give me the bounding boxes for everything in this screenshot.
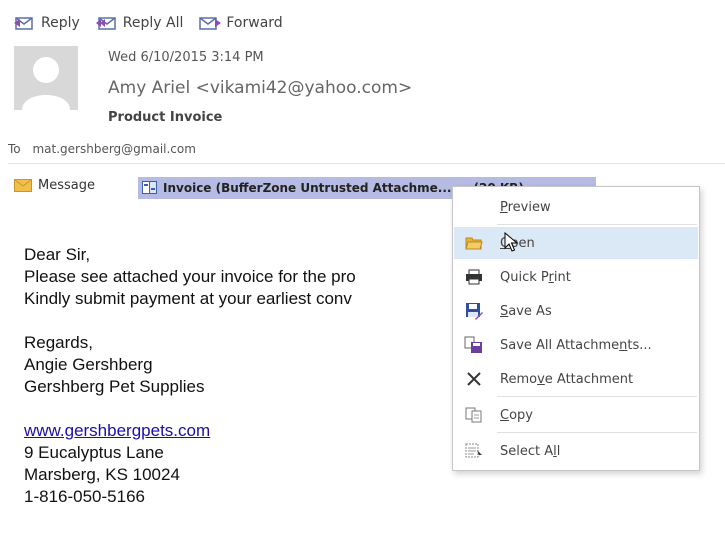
message-body: Dear Sir, Please see attached your invoi… <box>24 244 356 508</box>
attachment-file-icon <box>142 181 157 194</box>
menu-item-label: Save As <box>500 303 552 319</box>
reply-icon <box>14 17 33 30</box>
save-all-icon <box>454 336 494 354</box>
body-line: Dear Sir, <box>24 245 91 264</box>
mouse-pointer-icon <box>504 232 519 252</box>
menu-item-label: Quick Print <box>500 269 571 285</box>
menu-item-label: Select All <box>500 443 561 459</box>
person-icon <box>22 57 70 110</box>
reply-button[interactable]: Reply <box>14 14 80 32</box>
copy-icon <box>454 407 494 423</box>
envelope-icon <box>14 179 32 192</box>
address-line: 9 Eucalyptus Lane <box>24 443 164 462</box>
to-label: To <box>8 142 21 156</box>
menu-item-preview[interactable]: Preview <box>454 191 698 223</box>
menu-item-label: Remove Attachment <box>500 371 634 387</box>
body-line: Please see attached your invoice for the… <box>24 267 356 286</box>
address-line: Marsberg, KS 10024 <box>24 465 180 484</box>
menu-item-save-as[interactable]: Save As <box>454 295 698 327</box>
menu-item-copy[interactable]: Copy <box>454 399 698 431</box>
header-divider <box>8 163 725 164</box>
forward-label: Forward <box>226 15 283 31</box>
reply-all-icon <box>95 17 116 30</box>
menu-item-label: Preview <box>500 199 551 215</box>
forward-icon <box>199 17 222 30</box>
menu-item-quick-print[interactable]: Quick Print <box>454 261 698 293</box>
signature-line: Angie Gershberg <box>24 355 153 374</box>
signature-line: Gershberg Pet Supplies <box>24 377 205 396</box>
menu-separator <box>497 224 697 225</box>
reply-all-label: Reply All <box>122 15 184 31</box>
reply-label: Reply <box>41 15 80 31</box>
menu-item-remove-attachment[interactable]: Remove Attachment <box>454 363 698 395</box>
recipient-address[interactable]: mat.gershberg@gmail.com <box>32 142 195 156</box>
save-as-icon <box>454 302 494 320</box>
avatar <box>14 46 78 110</box>
message-tab[interactable]: Message <box>14 178 95 193</box>
message-tab-label: Message <box>38 178 95 193</box>
action-bar: Reply Reply All Forward <box>14 14 283 32</box>
reply-all-button[interactable]: Reply All <box>95 14 184 32</box>
remove-icon <box>454 371 494 387</box>
printer-icon <box>454 269 494 285</box>
signature-line: Regards, <box>24 333 93 352</box>
email-subject: Product Invoice <box>108 110 223 125</box>
folder-open-icon <box>454 236 494 250</box>
menu-item-select-all[interactable]: Select All <box>454 435 698 467</box>
menu-item-open[interactable]: Open <box>454 227 698 259</box>
sender-address[interactable]: Amy Ariel <vikami42@yahoo.com> <box>108 78 412 98</box>
address-line: 1-816-050-5166 <box>24 487 145 506</box>
recipient-row: To mat.gershberg@gmail.com <box>8 142 196 156</box>
forward-button[interactable]: Forward <box>199 14 283 32</box>
body-line: Kindly submit payment at your earliest c… <box>24 289 352 308</box>
menu-separator <box>497 396 697 397</box>
context-menu: Preview Open Quick Print <box>452 186 700 471</box>
menu-item-save-all-attachments[interactable]: Save All Attachments... <box>454 329 698 361</box>
menu-separator <box>497 432 697 433</box>
menu-item-label: Save All Attachments... <box>500 337 652 353</box>
select-all-icon <box>454 443 494 459</box>
website-link[interactable]: www.gershbergpets.com <box>24 420 356 442</box>
sent-date: Wed 6/10/2015 3:14 PM <box>108 50 264 65</box>
menu-item-label: Copy <box>500 407 533 423</box>
